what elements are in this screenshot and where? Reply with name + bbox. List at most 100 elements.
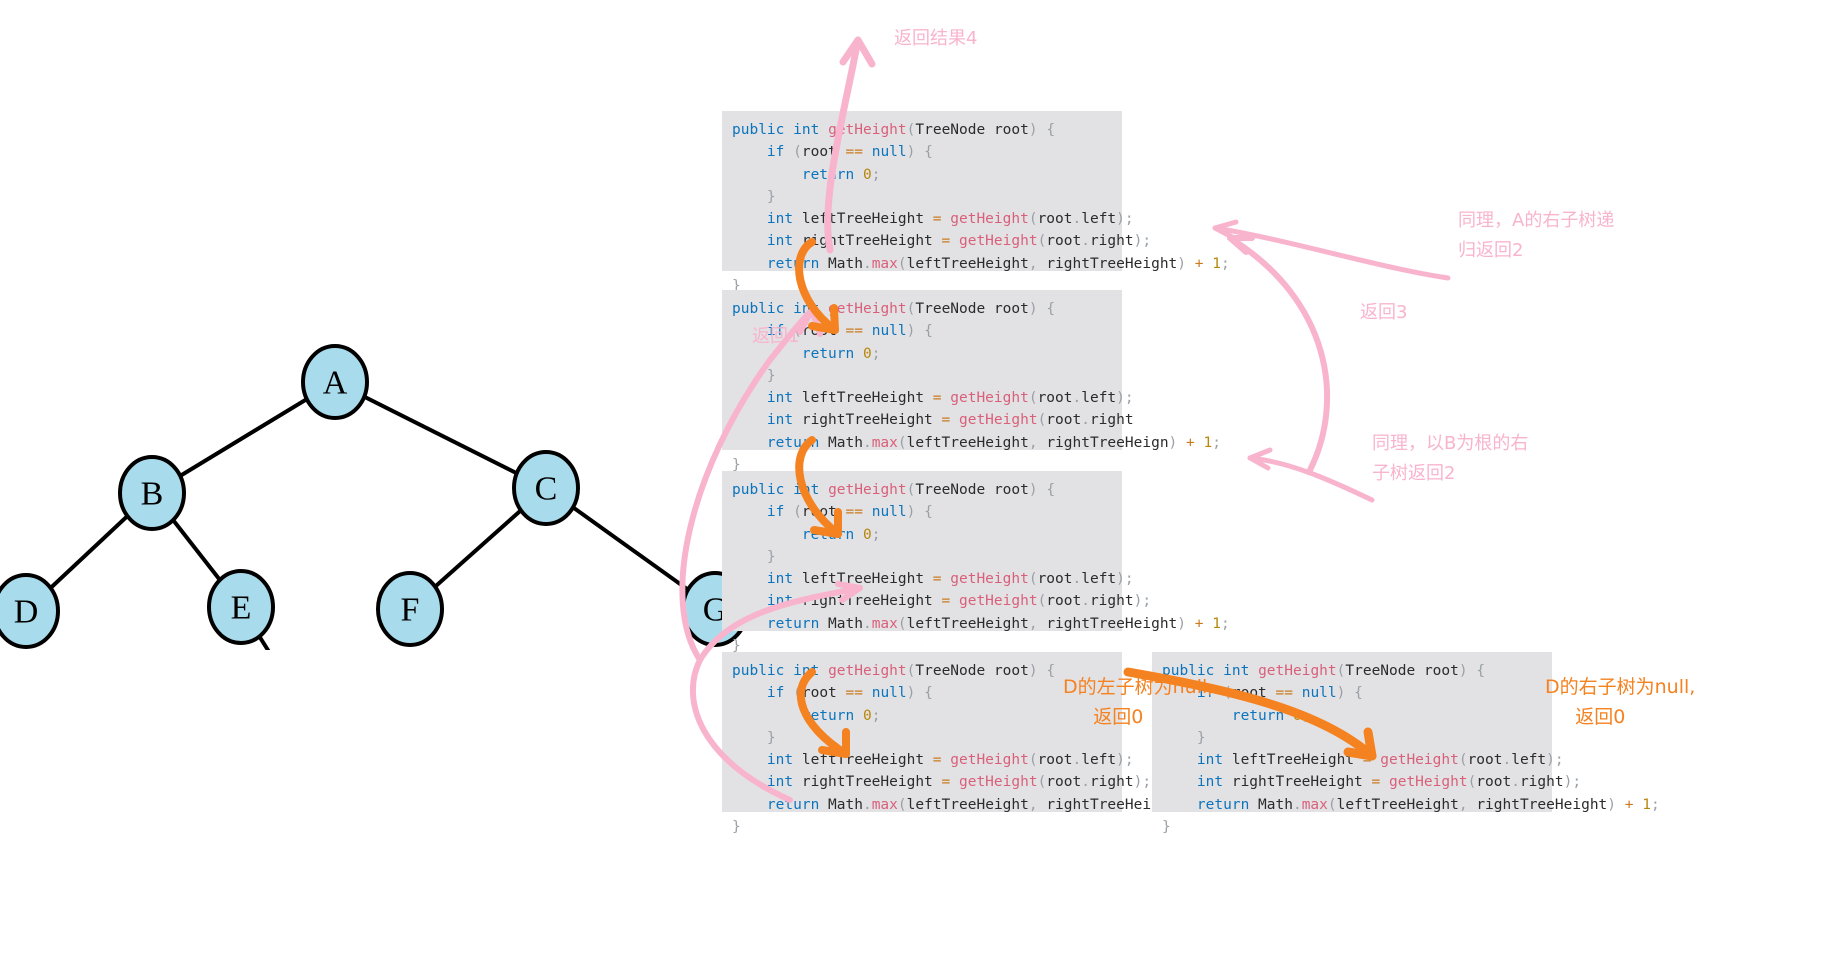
code-token: ); (1133, 774, 1152, 791)
code-token: ) { (906, 685, 933, 702)
code-token: null (871, 685, 907, 702)
code-token: ); (1116, 390, 1134, 407)
code-token: public (732, 663, 785, 679)
code-token: , (1458, 796, 1477, 813)
code-token: = (1371, 774, 1381, 791)
code-token: ) { (1458, 663, 1486, 679)
code-token: , (1028, 615, 1047, 632)
code-token: getHeight (1258, 663, 1337, 679)
code-token: 1 (1642, 796, 1651, 813)
code-token: TreeNode root (915, 663, 1029, 679)
code-token: 0 (1292, 707, 1302, 724)
code-line: int leftTreeHeight = getHeight(root.left… (732, 749, 1134, 771)
code-token: ; (871, 345, 881, 362)
code-token: leftTreeHeight (1223, 752, 1363, 769)
code-token: left (1081, 390, 1117, 407)
code-token: 0 (862, 526, 872, 543)
code-line: int rightTreeHeight = getHeight(root.rig… (1162, 771, 1581, 793)
code-token: public (732, 301, 785, 317)
code-token: . (1081, 412, 1090, 429)
code-token: getHeight (950, 571, 1029, 588)
code-token: = (1362, 752, 1372, 769)
code-token: ) { (1028, 663, 1056, 679)
code-token: ) { (906, 504, 933, 521)
annotation-d-right-null: D的右子树为null, 返回0 (1545, 676, 1696, 728)
code-token: leftTreeHeight (793, 211, 933, 228)
code-token: getHeight (1380, 752, 1459, 769)
binary-tree-diagram: ABCDEFGH (0, 344, 749, 650)
code-token: return (801, 345, 855, 362)
code-token: ( (897, 615, 907, 632)
code-token: . (862, 434, 872, 451)
code-token: . (1292, 796, 1302, 813)
code-token: = (932, 390, 942, 407)
code-token: int (732, 774, 794, 791)
code-token: Math (819, 255, 863, 272)
code-token: right (1089, 774, 1134, 791)
code-token: ; (1220, 255, 1230, 272)
code-token: root (801, 504, 846, 521)
code-token: return (732, 796, 820, 813)
code-token: return (732, 255, 820, 272)
code-token: int (793, 122, 820, 138)
tree-node-label-D: D (14, 594, 39, 631)
code-token: root (1046, 774, 1082, 791)
code-token: rightTreeHeight (793, 233, 942, 250)
code-line: return Math.max(leftTreeHeight, rightTre… (732, 794, 1230, 816)
code-token: Math (1249, 796, 1293, 813)
code-line: return 0; (732, 164, 1112, 186)
code-token: getHeight (828, 122, 907, 138)
code-token: root (801, 144, 846, 161)
code-token: int (732, 571, 794, 588)
code-token: root (1037, 211, 1073, 228)
code-line: } (732, 365, 1112, 387)
code-block-call-D-left-null: public int getHeight(TreeNode root) { if… (722, 652, 1230, 835)
code-token: int (793, 482, 820, 498)
code-token: ; (1301, 707, 1311, 724)
code-token: getHeight (950, 752, 1029, 769)
code-token: int (732, 233, 794, 250)
code-token: . (1081, 593, 1090, 610)
code-token: if (766, 685, 785, 702)
code-token: = (941, 233, 951, 250)
code-token: ( (1327, 796, 1337, 813)
code-token: ); (1133, 233, 1152, 250)
code-token: return (732, 615, 820, 632)
code-token: left (1081, 211, 1117, 228)
code-token: ( (1458, 752, 1468, 769)
code-token: rightTreeHeight (793, 774, 942, 791)
code-token: ( (1037, 593, 1047, 610)
code-token: int (732, 211, 794, 228)
code-token: ) { (1028, 122, 1056, 138)
code-line: int leftTreeHeight = getHeight(root.left… (732, 387, 1134, 409)
code-token: ); (1563, 774, 1582, 791)
code-token: . (1502, 752, 1512, 769)
tree-node-E: E (207, 569, 275, 645)
code-token: ) (1177, 615, 1195, 632)
tree-node-label-E: E (231, 590, 252, 627)
code-token: getHeight (950, 211, 1029, 228)
code-block-call-D: public int getHeight(TreeNode root) { if… (722, 471, 1230, 654)
code-token: ( (1037, 412, 1047, 429)
code-token: root (1037, 390, 1073, 407)
code-token: } (1162, 819, 1171, 836)
code-token: rightTreeHeign (1046, 434, 1169, 451)
tree-node-A: A (301, 344, 369, 420)
code-token: TreeNode root (915, 122, 1029, 138)
